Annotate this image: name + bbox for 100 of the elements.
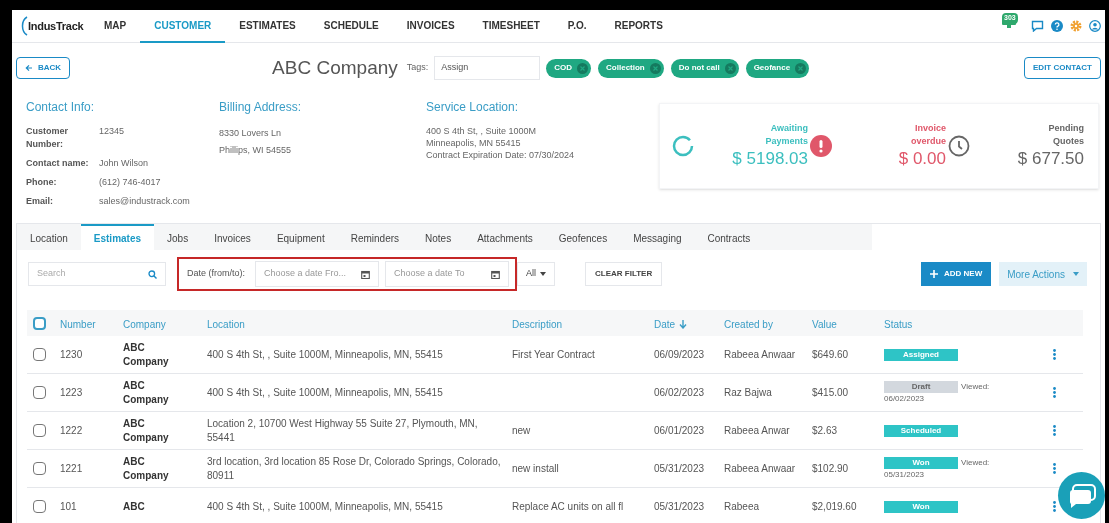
table-cell: $2,019.60: [812, 500, 857, 512]
add-new-button[interactable]: ADD NEW: [920, 262, 992, 286]
exclamation-icon: [810, 135, 832, 157]
table-cell: new install: [512, 462, 559, 474]
table-cell: 06/02/2023: [654, 386, 705, 398]
field-label: Phone:: [26, 176, 58, 189]
stat-value: $ 677.50: [1017, 148, 1084, 170]
logo[interactable]: IndusTrack: [28, 17, 84, 35]
table-cell: new: [512, 424, 531, 436]
nav-tab[interactable]: SCHEDULE: [309, 10, 393, 43]
table-cell: 1222: [60, 424, 83, 436]
tab[interactable]: Equipment: [263, 224, 338, 250]
checkbox[interactable]: [33, 424, 46, 437]
more-vertical-icon[interactable]: [1053, 463, 1056, 474]
ring-icon: [672, 135, 694, 157]
checkbox[interactable]: [33, 462, 46, 475]
period-dropdown[interactable]: All: [517, 262, 556, 286]
tags-input[interactable]: Assign: [434, 56, 541, 80]
table-cell: ABC Company: [123, 379, 169, 405]
nav-tab[interactable]: REPORTS: [600, 10, 677, 43]
tab[interactable]: Jobs: [154, 224, 202, 250]
table-cell: Rabeea: [724, 500, 760, 512]
address-line: Minneapolis, MN 55415: [426, 137, 522, 149]
table-cell: ABC Company: [123, 417, 169, 443]
stat-label: Pending Quotes: [1047, 122, 1084, 148]
close-icon: [577, 62, 589, 74]
calendar-icon: [491, 269, 500, 279]
more-vertical-icon[interactable]: [1053, 387, 1056, 398]
address-line: Contract Expiration Date: 07/30/2024: [426, 149, 576, 161]
checkbox[interactable]: [33, 348, 46, 361]
status-badge: Assigned: [884, 348, 958, 361]
close-icon: [649, 62, 661, 74]
table-cell: 1221: [60, 462, 83, 474]
help-icon: [1051, 20, 1063, 32]
caret-icon: [1073, 272, 1079, 276]
checkbox[interactable]: [33, 386, 46, 399]
back-button[interactable]: BACK: [16, 57, 71, 79]
table-cell: Rabeea Anwaar: [724, 462, 796, 474]
tab[interactable]: Messaging: [620, 224, 695, 250]
tab[interactable]: Attachments: [464, 224, 546, 250]
tab[interactable]: Contracts: [694, 224, 764, 250]
settings-icon: [1070, 20, 1082, 32]
field-value: sales@industrack.com: [99, 195, 190, 208]
address-line: 8330 Lovers Ln: [219, 127, 283, 140]
stat-value: $ 5198.03: [732, 148, 808, 170]
field-value: John Wilson: [99, 157, 149, 170]
nav-tab[interactable]: P.O.: [553, 10, 601, 43]
table-cell: 06/01/2023: [654, 424, 705, 436]
page-title: ABC Company: [272, 55, 398, 80]
field-label: Contact name:: [26, 157, 90, 170]
nav-tab[interactable]: ESTIMATES: [225, 10, 310, 43]
table-cell: 101: [60, 500, 77, 512]
table-cell: Rabeea Anwaar: [724, 348, 796, 360]
section-heading: Contact Info:: [26, 99, 96, 116]
chat-button[interactable]: [1058, 472, 1105, 519]
more-vertical-icon[interactable]: [1053, 349, 1056, 360]
nav-tab[interactable]: TIMESHEET: [468, 10, 554, 43]
tab[interactable]: Notes: [412, 224, 465, 250]
tab[interactable]: Location: [17, 224, 81, 250]
table-cell: 05/31/2023: [654, 500, 705, 512]
table-cell: 06/09/2023: [654, 348, 705, 360]
viewed-date: 06/02/2023: [884, 392, 926, 405]
close-icon: [724, 62, 736, 74]
table-cell: Rabeea Anwar: [724, 424, 790, 436]
close-icon: [795, 62, 807, 74]
field-label: Email:: [26, 195, 54, 208]
field-value: 12345: [99, 125, 125, 138]
viewed-label: Viewed:: [961, 380, 990, 393]
nav-tab[interactable]: MAP: [90, 10, 141, 43]
address-line: Phillips, WI 54555: [219, 144, 293, 157]
checkbox[interactable]: [33, 316, 46, 330]
table-cell: ABC Company: [123, 341, 169, 367]
clock-icon: [948, 135, 970, 157]
table-cell: $102.90: [812, 462, 849, 474]
tab[interactable]: Reminders: [337, 224, 413, 250]
viewed-date: 05/31/2023: [884, 468, 926, 481]
tab[interactable]: Geofences: [545, 224, 621, 250]
checkbox[interactable]: [33, 500, 46, 513]
status-badge: Won: [884, 500, 958, 513]
stat-value: $ 0.00: [897, 148, 946, 170]
date-range-label: Date (from/to):: [187, 267, 245, 281]
more-vertical-icon[interactable]: [1053, 425, 1056, 436]
tab[interactable]: Invoices: [201, 224, 264, 250]
clear-filter-button[interactable]: CLEAR FILTER: [585, 262, 663, 286]
caret-icon: [540, 272, 547, 276]
table-cell: 1223: [60, 386, 83, 398]
edit-contact-button[interactable]: EDIT CONTACT: [1024, 57, 1101, 79]
section-heading: Billing Address:: [219, 99, 303, 116]
table-cell: Location 2, 10700 West Highway 55 Suite 27, Plymouth, MN, 55441: [207, 417, 478, 443]
more-vertical-icon[interactable]: [1053, 501, 1056, 512]
nav-tab[interactable]: INVOICES: [392, 10, 469, 43]
address-line: 400 S 4th St, , Suite 1000M: [426, 125, 538, 137]
table-cell: First Year Contract: [512, 348, 595, 360]
table-cell: 400 S 4th St, , Suite 1000M, Minneapolis, MN, 55415: [207, 500, 443, 512]
stat-label: Awaiting Payments: [764, 122, 808, 148]
table-cell: 400 S 4th St, , Suite 1000M, Minneapolis, MN, 55415: [207, 386, 443, 398]
user-icon: [1089, 20, 1101, 32]
tags-label: Tags:: [406, 61, 429, 75]
stat-label: Invoice overdue: [910, 122, 946, 148]
table-cell: 05/31/2023: [654, 462, 705, 474]
